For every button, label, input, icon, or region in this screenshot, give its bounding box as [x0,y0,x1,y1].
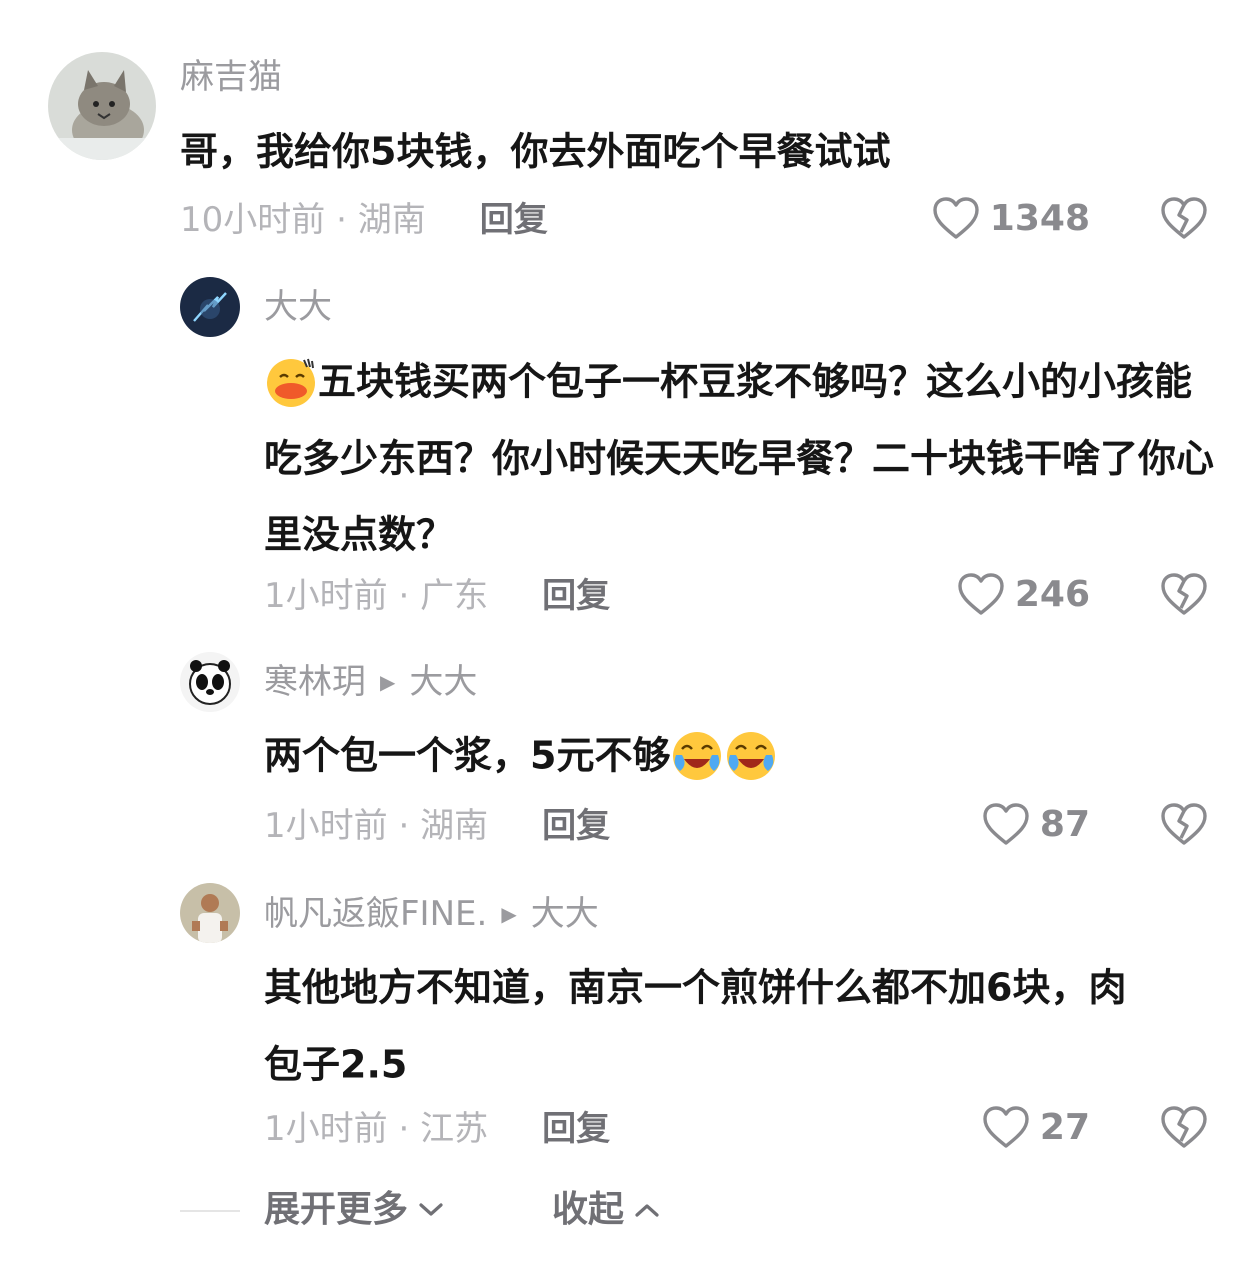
username-text[interactable]: 大大 [264,287,332,327]
user-avatar[interactable] [180,277,240,337]
username[interactable]: 帆凡返飯FINE. ▶ 大大 [264,894,599,934]
like-count: 87 [1039,803,1090,845]
divider-line [180,1210,240,1212]
duck-face-emoji [264,355,318,409]
chevron-up-icon [635,1204,659,1217]
expand-more-button[interactable]: 展开更多 [264,1190,444,1230]
username[interactable]: 麻吉猫 [180,57,282,97]
broken-heart-icon [1161,803,1207,845]
dislike-button[interactable] [1160,802,1208,846]
username-text[interactable]: 帆凡返飯FINE. [264,894,487,934]
user-avatar[interactable] [180,652,240,712]
like-count: 27 [1039,1106,1090,1148]
location: 广东 [420,576,489,616]
separator: · [387,806,421,846]
chevron-down-icon [419,1203,443,1216]
like-button[interactable]: 87 [982,802,1090,846]
comment-body: 哥，我给你5块钱，你去外面吃个早餐试试 [180,129,891,174]
location: 湖南 [420,806,489,846]
broken-heart-icon [1161,573,1207,615]
comment-body: 五块钱买两个包子一杯豆浆不够吗？这么小的小孩能吃多少东西？你小时候天天吃早餐？二… [264,359,1215,557]
laugh-cry-emoji [670,729,724,783]
collapse-label[interactable]: 收起 [552,1190,624,1230]
separator: · [387,576,421,616]
heart-icon [958,573,1004,615]
reply-to-username[interactable]: 大大 [531,894,599,934]
like-count: 246 [1014,573,1090,615]
like-button[interactable]: 246 [957,572,1090,616]
heart-icon [983,803,1029,845]
broken-heart-icon [1161,197,1207,239]
username[interactable]: 寒林玥 ▶ 大大 [264,662,477,702]
username-text[interactable]: 寒林玥 [264,662,366,702]
like-count: 1348 [989,197,1090,239]
laugh-cry-emoji [724,729,778,783]
comment-body: 其他地方不知道，南京一个煎饼什么都不加6块，肉包子2.5 [264,965,1127,1087]
comment-text: 两个包一个浆，5元不够 [264,716,1224,793]
timestamp: 10小时前 [180,200,326,240]
separator: · [387,1109,421,1149]
reply-arrow-icon: ▶ [380,670,396,694]
dislike-button[interactable] [1160,1105,1208,1149]
reply-button[interactable]: 回复 [542,1109,610,1149]
like-button[interactable]: 27 [982,1105,1090,1149]
heart-icon [933,197,979,239]
dislike-button[interactable] [1160,196,1208,240]
expand-more-label[interactable]: 展开更多 [264,1190,408,1230]
comment-meta: 1小时前 · 江苏 回复 [264,1109,610,1149]
like-button[interactable]: 1348 [932,196,1090,240]
username-text[interactable]: 麻吉猫 [180,57,282,97]
reply-to-username[interactable]: 大大 [409,662,477,702]
replies-footer: 展开更多 收起 [0,1180,1260,1240]
location: 江苏 [420,1109,489,1149]
comment-text: 哥，我给你5块钱，你去外面吃个早餐试试 [180,112,1220,189]
username[interactable]: 大大 [264,287,332,327]
comment-meta: 1小时前 · 广东 回复 [264,576,610,616]
reply-button[interactable]: 回复 [542,806,610,846]
heart-icon [983,1106,1029,1148]
timestamp: 1小时前 [264,1109,388,1149]
user-avatar[interactable] [48,52,156,160]
timestamp: 1小时前 [264,806,388,846]
reply-button[interactable]: 回复 [542,576,610,616]
reply-arrow-icon: ▶ [501,902,517,926]
comment-text: 其他地方不知道，南京一个煎饼什么都不加6块，肉包子2.5 [264,948,1164,1101]
user-avatar[interactable] [180,883,240,943]
location: 湖南 [357,200,426,240]
reply-button[interactable]: 回复 [480,200,548,240]
comment-meta: 1小时前 · 湖南 回复 [264,806,610,846]
comment-body: 两个包一个浆，5元不够 [264,733,671,778]
timestamp: 1小时前 [264,576,388,616]
comment-meta: 10小时前 · 湖南 回复 [180,200,548,240]
dislike-button[interactable] [1160,572,1208,616]
broken-heart-icon [1161,1106,1207,1148]
separator: · [325,200,358,240]
collapse-button[interactable]: 收起 [552,1190,660,1230]
comment-text: 五块钱买两个包子一杯豆浆不够吗？这么小的小孩能吃多少东西？你小时候天天吃早餐？二… [264,342,1224,572]
